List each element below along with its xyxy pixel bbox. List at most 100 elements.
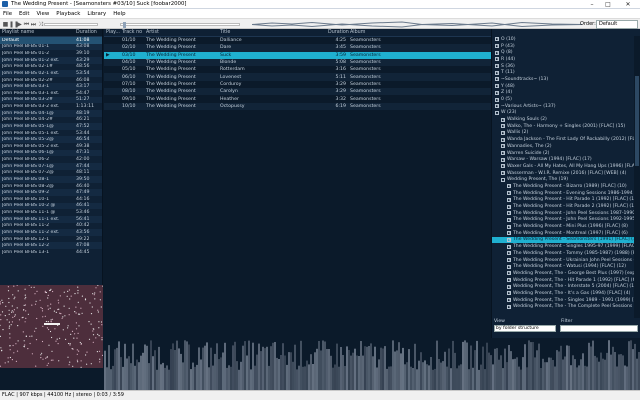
volume-slider[interactable] bbox=[44, 23, 98, 26]
expand-icon[interactable]: + bbox=[501, 151, 505, 156]
menu-edit[interactable]: Edit bbox=[19, 11, 29, 17]
expand-icon[interactable]: + bbox=[495, 104, 499, 109]
expand-icon[interactable]: + bbox=[501, 117, 505, 122]
track-row[interactable]: 08/10 The Wedding Present Carolyn 3:29 Seamo… bbox=[104, 88, 491, 96]
expand-icon[interactable]: + bbox=[501, 124, 505, 129]
tree-node[interactable]: + Wedding Present, The - George Best Plus… bbox=[492, 270, 640, 277]
col-track-no[interactable]: Track no bbox=[122, 30, 146, 35]
col-playlist-name[interactable]: Playlist name bbox=[2, 30, 76, 35]
expand-icon[interactable]: + bbox=[507, 231, 511, 236]
expand-icon[interactable]: + bbox=[507, 197, 511, 202]
col-duration[interactable]: Duration bbox=[76, 30, 102, 35]
expand-icon[interactable]: + bbox=[507, 217, 511, 222]
playlist-manager-item[interactable]: John Peel BFBS 01-1 43:08 bbox=[0, 43, 102, 51]
col-duration[interactable]: Duration bbox=[328, 30, 349, 35]
tree-node[interactable]: + ~Various Artists~ (137) bbox=[492, 103, 640, 110]
playlist-manager-item[interactable]: John Peel BFBS 10-1 44:16 bbox=[0, 196, 102, 203]
next-icon[interactable]: ⏭ bbox=[30, 21, 37, 28]
tree-node[interactable]: + R (44) bbox=[492, 56, 640, 63]
playlist-manager-item[interactable]: John Peel BFBS 02-2# 46:08 bbox=[0, 77, 102, 84]
tree-node[interactable]: + Wedding Present, The - Singles 1989 - 1… bbox=[492, 297, 640, 304]
tree-node[interactable]: + Wedding Present, The - The Complete Pee… bbox=[492, 304, 640, 311]
playlist-manager-item[interactable]: John Peel BFBS 04-2# 46:21 bbox=[0, 117, 102, 124]
expand-icon[interactable]: + bbox=[507, 258, 511, 263]
tree-node[interactable]: + The Wedding Present - Hit Parade 1 (199… bbox=[492, 197, 640, 204]
random-icon[interactable]: ⤨ bbox=[37, 21, 44, 28]
tree-node[interactable]: + S (36) bbox=[492, 63, 640, 70]
playlist-manager-item[interactable]: John Peel BFBS 09-2 47:49 bbox=[0, 189, 102, 196]
track-row[interactable]: 02/10 The Wedding Present Dare 3:45 Seamonst… bbox=[104, 44, 491, 52]
expand-icon[interactable]: + bbox=[495, 57, 499, 62]
stop-icon[interactable]: ■ bbox=[2, 21, 9, 28]
tree-node[interactable]: + Warsaw - Warsaw (1994) [FLAC] (17) bbox=[492, 156, 640, 163]
playlist-manager-item[interactable]: John Peel BFBS 02-1 ext. 53:54 bbox=[0, 70, 102, 77]
playlist-manager-item[interactable]: John Peel BFBS 11-2 40:42 bbox=[0, 223, 102, 230]
tree-node[interactable]: + Wallis (2) bbox=[492, 130, 640, 137]
expand-icon[interactable]: + bbox=[507, 237, 511, 242]
playlist-manager-item[interactable]: John Peel BFBS 03-2# 51:27 bbox=[0, 96, 102, 104]
expand-icon[interactable]: + bbox=[507, 191, 511, 196]
expand-icon[interactable]: + bbox=[501, 171, 505, 176]
track-row[interactable]: 09/10 The Wedding Present Heather 3:32 Seamo… bbox=[104, 95, 491, 102]
playlist-manager-item[interactable]: John Peel BFBS 03-1 43:17 bbox=[0, 83, 102, 90]
menu-file[interactable]: File bbox=[3, 11, 12, 17]
track-row[interactable]: 07/10 The Wedding Present Corduroy 3:29 Seam… bbox=[104, 81, 491, 88]
expand-icon[interactable]: + bbox=[501, 164, 505, 169]
tree-node[interactable]: + Wedding Present, The - Hit Parade 1 (19… bbox=[492, 277, 640, 284]
minimize-button[interactable]: – bbox=[584, 0, 600, 9]
tree-node[interactable]: + T (11) bbox=[492, 69, 640, 76]
track-row[interactable]: 06/10 The Wedding Present Lovenest 5:11 Seam… bbox=[104, 73, 491, 81]
expand-icon[interactable]: + bbox=[507, 264, 511, 269]
track-row[interactable]: 01/10 The Wedding Present Dalliance 4:25 Sea… bbox=[104, 37, 491, 44]
expand-icon[interactable]: + bbox=[501, 137, 505, 142]
playlist-manager-item[interactable]: John Peel BFBS 06-2 42:00 bbox=[0, 156, 102, 163]
playlist-manager-item[interactable]: John Peel BFBS 04-1@ 48:19 bbox=[0, 109, 102, 117]
expand-icon[interactable]: + bbox=[507, 184, 511, 189]
tree-node[interactable]: + Q (8) bbox=[492, 49, 640, 56]
expand-icon[interactable]: + bbox=[495, 70, 499, 75]
waveform-seekbar[interactable] bbox=[252, 20, 582, 29]
track-row[interactable]: 10/10 The Wedding Present Octopussy 6:19 Sea… bbox=[104, 102, 491, 110]
menu-library[interactable]: Library bbox=[87, 11, 106, 17]
menu-view[interactable]: View bbox=[36, 11, 49, 17]
expand-icon[interactable]: + bbox=[495, 84, 499, 89]
tree-node[interactable]: + The Wedding Present - Bizarro (1989) [F… bbox=[492, 183, 640, 190]
expand-icon[interactable]: + bbox=[507, 304, 511, 309]
tree-node[interactable]: + The Wedding Present - John Peel Session… bbox=[492, 217, 640, 224]
expand-icon[interactable]: + bbox=[507, 291, 511, 296]
expand-icon[interactable]: + bbox=[507, 204, 511, 209]
expand-icon[interactable]: + bbox=[507, 271, 511, 276]
col-album[interactable]: Album bbox=[348, 30, 491, 35]
expand-icon[interactable]: + bbox=[495, 64, 499, 69]
tree-node[interactable]: + ~Soundtracks~ (13) bbox=[492, 76, 640, 83]
menu-help[interactable]: Help bbox=[113, 11, 125, 17]
view-dropdown[interactable]: by folder structure bbox=[494, 325, 556, 332]
expand-icon[interactable]: + bbox=[495, 90, 499, 95]
expand-icon[interactable]: + bbox=[507, 298, 511, 303]
menu-playback[interactable]: Playback bbox=[56, 11, 80, 17]
playlist-manager-item[interactable]: John Peel BFBS 05-2 ext. 49:38 bbox=[0, 143, 102, 150]
playlist-manager-item[interactable]: John Peel BFBS 03-2 ext. 1:13:11 bbox=[0, 103, 102, 110]
track-row[interactable]: 05/10 The Wedding Present Rotterdam 3:16 Sea… bbox=[104, 66, 491, 73]
tree-node[interactable]: + Walko, The - Harmony + Singles (2001) [… bbox=[492, 123, 640, 130]
tree-node[interactable]: -W (23) bbox=[492, 110, 640, 117]
tree-node[interactable]: + Waxer Gals - All My Hates, All My Hang … bbox=[492, 163, 640, 170]
tree-node[interactable]: + The Wedding Present - Ukrainian John Pe… bbox=[492, 257, 640, 264]
playlist-manager-item[interactable]: John Peel BFBS 03-1 ext. 54:47 bbox=[0, 90, 102, 97]
pause-icon[interactable]: ❚❚ bbox=[9, 21, 19, 28]
order-dropdown[interactable]: Default bbox=[596, 20, 638, 29]
tree-node[interactable]: + O (10) bbox=[492, 36, 640, 43]
tree-node[interactable]: + The Wedding Present - Singles 1995-97 (… bbox=[492, 243, 640, 250]
tree-node[interactable]: + Wedding Present, The - Interstate 5 (20… bbox=[492, 283, 640, 290]
col-playing[interactable]: Play... bbox=[104, 30, 122, 35]
playlist-manager-item[interactable]: John Peel BFBS 13-1 44:45 bbox=[0, 249, 102, 256]
close-button[interactable]: ✕ bbox=[616, 0, 640, 9]
expand-icon[interactable]: + bbox=[507, 224, 511, 229]
expand-icon[interactable]: + bbox=[495, 50, 499, 55]
playlist-manager-item[interactable]: John Peel BFBS 08-2@ 46:40 bbox=[0, 183, 102, 190]
col-artist[interactable]: Artist bbox=[146, 30, 220, 35]
collapse-icon[interactable]: - bbox=[501, 177, 505, 182]
tree-node[interactable]: + The Wedding Present - Seamonsters (1991… bbox=[492, 236, 640, 244]
tree-node[interactable]: + Z (4) bbox=[492, 90, 640, 97]
playlist-manager-item[interactable]: John Peel BFBS 10-2 @ 46:41 bbox=[0, 202, 102, 210]
